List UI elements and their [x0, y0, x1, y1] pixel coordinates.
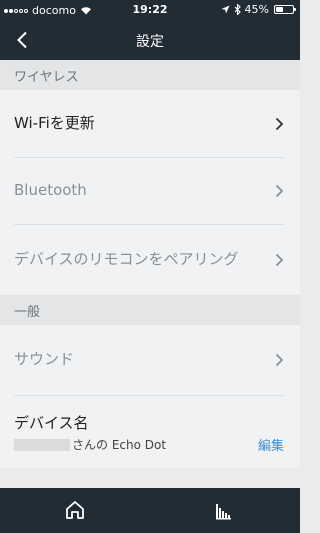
activity-tab[interactable]	[210, 496, 238, 524]
chevron-right-icon	[275, 353, 284, 367]
home-icon	[66, 501, 84, 519]
pair-remote-row[interactable]: デバイスのリモコンをペアリング	[14, 225, 284, 295]
section-header-general: 一般	[0, 295, 300, 325]
edit-device-name-button[interactable]: 編集	[258, 435, 284, 454]
battery-percent: 45%	[244, 3, 269, 16]
device-name-label: デバイス名	[14, 414, 89, 432]
location-arrow-icon	[221, 5, 230, 14]
equalizer-icon	[216, 504, 231, 520]
sound-label: サウンド	[14, 350, 75, 369]
device-name-row: デバイス名 さんの Echo Dot 編集	[14, 396, 284, 468]
settings-list[interactable]: ワイヤレス Wi-Fiを更新 Bluetooth デバイスのリモコンをペアリング…	[0, 60, 300, 488]
chevron-right-icon	[275, 184, 284, 198]
general-group: サウンド デバイス名 さんの Echo Dot 編集	[0, 325, 300, 468]
chevron-right-icon	[275, 253, 284, 267]
wireless-group: Wi-Fiを更新 Bluetooth デバイスのリモコンをペアリング	[0, 90, 300, 295]
bluetooth-label: Bluetooth	[14, 181, 87, 200]
pair-remote-label: デバイスのリモコンをペアリング	[14, 250, 239, 269]
bluetooth-row[interactable]: Bluetooth	[14, 158, 284, 225]
navigation-bar: 設定	[0, 20, 300, 60]
battery-icon	[274, 5, 296, 14]
section-header-wireless: ワイヤレス	[0, 60, 300, 90]
page-title: 設定	[136, 34, 164, 50]
chevron-right-icon	[275, 117, 284, 130]
status-bar: docomo 19:22 45%	[0, 0, 300, 20]
tab-bar	[0, 488, 300, 533]
wifi-update-row[interactable]: Wi-Fiを更新	[14, 90, 284, 158]
home-tab[interactable]	[61, 496, 89, 524]
wifi-update-label: Wi-Fiを更新	[14, 113, 95, 132]
bluetooth-icon	[234, 4, 241, 15]
device-name-value: さんの Echo Dot	[72, 438, 167, 452]
sound-row[interactable]: サウンド	[14, 325, 284, 396]
redacted-owner-name	[14, 438, 70, 451]
